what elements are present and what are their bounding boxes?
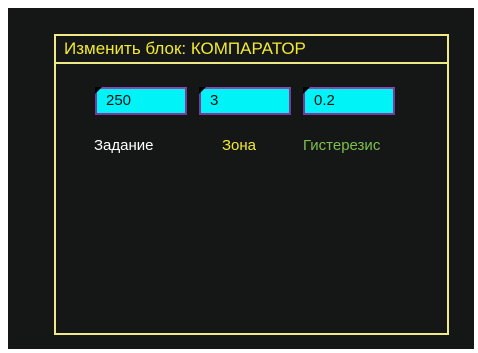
setpoint-field[interactable]: 250 [95,87,187,115]
hysteresis-field[interactable]: 0.2 [303,87,395,115]
screen: Изменить блок: КОМПАРАТОР [8,8,474,349]
setpoint-label: Задание [94,137,154,154]
zone-value: 3 [210,92,219,109]
hysteresis-label: Гистерезис [303,137,381,154]
setpoint-value: 250 [106,92,132,109]
edit-block-dialog: Изменить блок: КОМПАРАТОР [54,34,449,335]
zone-field[interactable]: 3 [199,87,291,115]
zone-label: Зона [222,137,257,154]
hysteresis-value: 0.2 [314,92,335,109]
dialog-title: Изменить блок: КОМПАРАТОР [56,36,447,64]
